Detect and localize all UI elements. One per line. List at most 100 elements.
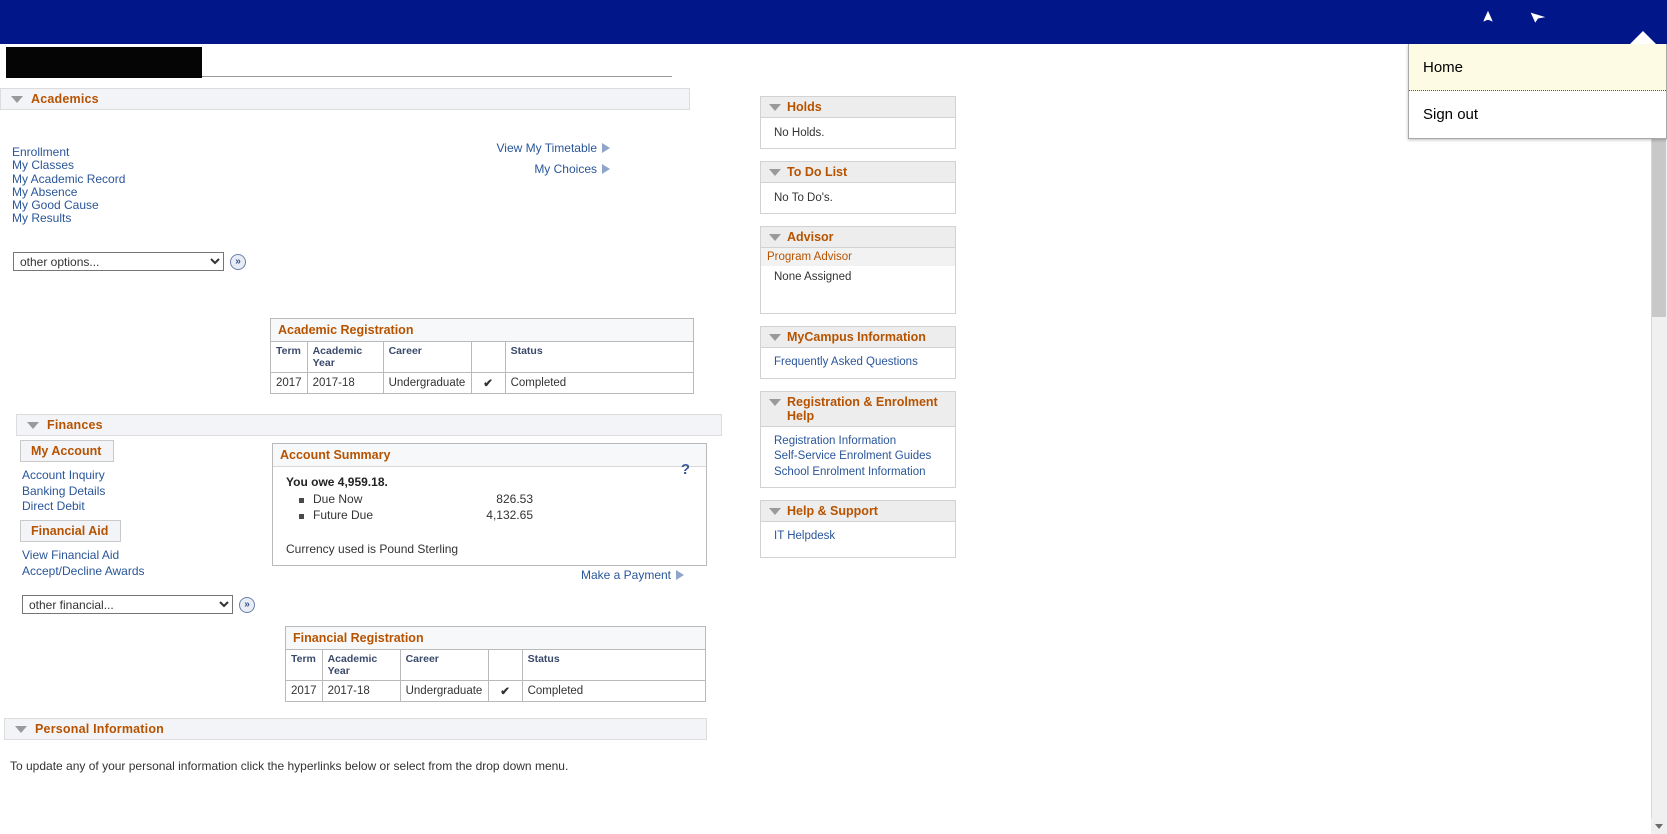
link-accept-decline-awards[interactable]: Accept/Decline Awards (22, 564, 145, 580)
link-direct-debit[interactable]: Direct Debit (22, 499, 114, 515)
finances-other-financial-row: other financial... » (22, 595, 255, 614)
currency-note: Currency used is Pound Sterling (286, 542, 459, 556)
due-now-label: Due Now (313, 492, 363, 506)
panel-holds: Holds No Holds. (760, 96, 956, 149)
col-status-icon (471, 342, 506, 373)
link-school-enrolment-information[interactable]: School Enrolment Information (774, 465, 955, 481)
future-due-label: Future Due (313, 508, 374, 522)
tab-financial-aid[interactable]: Financial Aid (20, 520, 122, 542)
financial-registration-grid: Term Academic Year Career Status 2017 20… (286, 650, 705, 701)
scroll-down-button[interactable] (1651, 818, 1667, 834)
panel-title-registration-enrolment-help: Registration & Enrolment Help (787, 394, 938, 423)
panel-mycampus-information: MyCampus Information Frequently Asked Qu… (760, 326, 956, 379)
my-account-section: My Account Account Inquiry Banking Detai… (20, 440, 115, 515)
table-header-row: Term Academic Year Career Status (271, 342, 693, 373)
collapse-triangle-icon[interactable] (15, 725, 27, 733)
account-summary-box: Account Summary ? You owe 4,959.18. Due … (272, 443, 707, 566)
collapse-triangle-icon[interactable] (769, 398, 781, 406)
financial-aid-section: Financial Aid View Financial Aid Accept/… (20, 520, 145, 579)
tab-my-account[interactable]: My Account (20, 440, 115, 462)
academic-registration-grid: Term Academic Year Career Status 2017 20… (271, 342, 693, 393)
col-status: Status (522, 650, 705, 681)
my-account-link-list: Account Inquiry Banking Details Direct D… (20, 462, 114, 515)
group-header-personal-information[interactable]: Personal Information (4, 718, 707, 740)
panel-title-advisor: Advisor (787, 230, 834, 244)
link-view-my-timetable[interactable]: View My Timetable (497, 141, 610, 155)
col-term: Term (271, 342, 308, 373)
account-summary-title: Account Summary (273, 444, 706, 467)
panel-help-support: Help & Support IT Helpdesk (760, 500, 956, 558)
link-banking-details[interactable]: Banking Details (22, 484, 114, 500)
col-status: Status (505, 342, 693, 373)
panel-header-mycampus-information[interactable]: MyCampus Information (760, 326, 956, 348)
col-academic-year: Academic Year (307, 342, 384, 373)
link-view-my-timetable-label: View My Timetable (496, 141, 597, 155)
link-it-helpdesk[interactable]: IT Helpdesk (774, 529, 955, 545)
panel-body-help-support: IT Helpdesk (760, 522, 956, 558)
panel-header-holds[interactable]: Holds (760, 96, 956, 118)
academics-go-button[interactable]: » (230, 253, 246, 270)
account-owe-text: You owe 4,959.18. (286, 475, 388, 489)
menu-item-home[interactable]: Home (1409, 44, 1666, 91)
panel-header-to-do-list[interactable]: To Do List (760, 161, 956, 183)
panel-title-to-do-list: To Do List (787, 165, 848, 179)
cell-status: Completed (505, 372, 693, 393)
link-registration-information[interactable]: Registration Information (774, 434, 955, 450)
finances-other-financial-select[interactable]: other financial... (22, 595, 233, 614)
academics-other-options-select[interactable]: other options... (13, 252, 224, 271)
panel-header-registration-enrolment-help[interactable]: Registration & Enrolment Help (760, 390, 956, 427)
panel-title-mycampus-information: MyCampus Information (787, 330, 926, 344)
panel-registration-enrolment-help: Registration & Enrolment Help Registrati… (760, 390, 956, 488)
panel-body-to-do-list: No To Do's. (760, 183, 956, 214)
star-icon[interactable] (1477, 8, 1499, 30)
cursor-icon[interactable] (1527, 8, 1549, 30)
link-make-a-payment[interactable]: Make a Payment (581, 568, 684, 582)
bullet-square-icon (299, 514, 304, 519)
cell-term: 2017 (271, 372, 308, 393)
collapse-triangle-icon[interactable] (769, 334, 781, 341)
link-my-results[interactable]: My Results (12, 212, 125, 226)
link-make-a-payment-label: Make a Payment (580, 568, 671, 582)
link-frequently-asked-questions[interactable]: Frequently Asked Questions (774, 355, 955, 371)
collapse-triangle-icon[interactable] (769, 169, 781, 176)
group-header-academics[interactable]: Academics (0, 88, 690, 110)
group-title-finances: Finances (47, 418, 103, 432)
panel-header-help-support[interactable]: Help & Support (760, 500, 956, 522)
panel-body-holds: No Holds. (760, 118, 956, 149)
finances-go-button[interactable]: » (239, 596, 255, 613)
link-my-choices-label: My Choices (534, 162, 597, 176)
arrow-right-icon (602, 143, 610, 153)
cell-career: Undergraduate (383, 372, 472, 393)
academic-registration-title: Academic Registration (271, 319, 693, 342)
link-my-choices[interactable]: My Choices (534, 162, 610, 176)
top-navigation-bar (0, 0, 1667, 44)
link-my-good-cause[interactable]: My Good Cause (12, 198, 125, 212)
panel-title-help-support: Help & Support (787, 504, 878, 518)
link-self-service-enrolment-guides[interactable]: Self-Service Enrolment Guides (774, 449, 955, 465)
panel-body-mycampus-information: Frequently Asked Questions (760, 348, 956, 379)
arrow-right-icon (676, 570, 684, 580)
future-due-value: 4,132.65 (486, 508, 533, 522)
panel-header-advisor[interactable]: Advisor (760, 226, 956, 248)
advisor-value: None Assigned (774, 271, 852, 283)
main-content-column: Academics Enrollment My Classes My Acade… (0, 88, 740, 773)
checkmark-icon: ✔ (471, 372, 506, 393)
group-header-finances[interactable]: Finances (16, 414, 722, 436)
link-view-financial-aid[interactable]: View Financial Aid (22, 548, 145, 564)
cell-career: Undergraduate (400, 680, 489, 701)
cell-status: Completed (522, 680, 705, 701)
collapse-triangle-icon[interactable] (27, 421, 39, 429)
link-account-inquiry[interactable]: Account Inquiry (22, 468, 114, 484)
col-career: Career (383, 342, 472, 373)
help-question-icon[interactable]: ? (681, 461, 690, 478)
collapse-triangle-icon[interactable] (769, 508, 781, 515)
collapse-triangle-icon[interactable] (769, 104, 781, 111)
menu-item-sign-out[interactable]: Sign out (1409, 91, 1666, 138)
collapse-triangle-icon[interactable] (11, 95, 23, 103)
cell-academic-year: 2017-18 (307, 372, 384, 393)
topbar-icon-group (1477, 8, 1549, 30)
collapse-triangle-icon[interactable] (769, 234, 781, 241)
link-my-absence[interactable]: My Absence (12, 185, 125, 199)
account-row-future-due: Future Due 4,132.65 (273, 507, 706, 523)
panel-advisor: Advisor Program Advisor None Assigned (760, 226, 956, 314)
